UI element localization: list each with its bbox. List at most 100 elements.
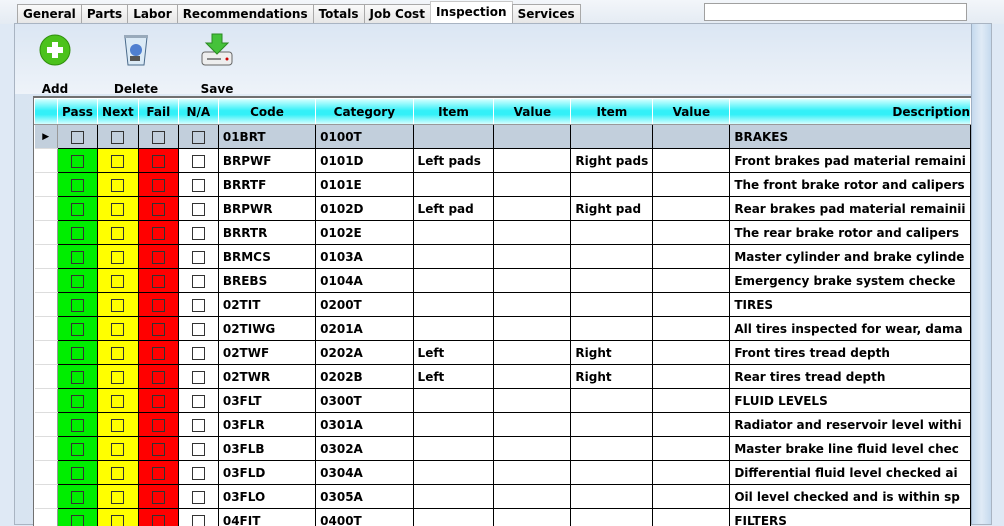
pass-checkbox[interactable] xyxy=(71,467,84,480)
category-cell[interactable]: 0305A xyxy=(316,485,413,509)
column-header-next[interactable]: Next xyxy=(97,99,138,125)
fail-checkbox[interactable] xyxy=(152,467,165,480)
row-indicator[interactable] xyxy=(35,437,58,461)
pass-checkbox[interactable] xyxy=(71,371,84,384)
description-cell[interactable]: Rear brakes pad material remainii xyxy=(730,197,971,221)
next-checkbox[interactable] xyxy=(111,155,124,168)
pass-checkbox[interactable] xyxy=(71,155,84,168)
next-checkbox[interactable] xyxy=(111,323,124,336)
value1-cell[interactable] xyxy=(494,389,571,413)
na-checkbox[interactable] xyxy=(192,347,205,360)
value1-cell[interactable] xyxy=(494,269,571,293)
value1-cell[interactable] xyxy=(494,365,571,389)
row-indicator[interactable] xyxy=(35,509,58,526)
category-cell[interactable]: 0102D xyxy=(316,197,413,221)
value1-cell[interactable] xyxy=(494,173,571,197)
column-header-indicator[interactable] xyxy=(35,99,58,125)
item2-cell[interactable] xyxy=(571,485,653,509)
next-checkbox[interactable] xyxy=(111,515,124,526)
row-indicator[interactable] xyxy=(35,245,58,269)
value2-cell[interactable] xyxy=(653,437,730,461)
na-checkbox[interactable] xyxy=(192,155,205,168)
description-cell[interactable]: Master brake line fluid level chec xyxy=(730,437,971,461)
next-checkbox[interactable] xyxy=(111,179,124,192)
item2-cell[interactable]: Right pad xyxy=(571,197,653,221)
value2-cell[interactable] xyxy=(653,341,730,365)
na-checkbox[interactable] xyxy=(192,491,205,504)
code-cell[interactable]: BRMCS xyxy=(218,245,315,269)
fail-checkbox[interactable] xyxy=(152,371,165,384)
value2-cell[interactable] xyxy=(653,365,730,389)
item2-cell[interactable] xyxy=(571,269,653,293)
description-cell[interactable]: All tires inspected for wear, dama xyxy=(730,317,971,341)
column-header-fail[interactable]: Fail xyxy=(138,99,178,125)
item2-cell[interactable] xyxy=(571,437,653,461)
category-cell[interactable]: 0101E xyxy=(316,173,413,197)
row-indicator[interactable] xyxy=(35,413,58,437)
column-header-pass[interactable]: Pass xyxy=(58,99,98,125)
fail-checkbox[interactable] xyxy=(152,227,165,240)
description-cell[interactable]: Radiator and reservoir level withi xyxy=(730,413,971,437)
next-checkbox[interactable] xyxy=(111,419,124,432)
next-checkbox[interactable] xyxy=(111,347,124,360)
table-row[interactable]: BRRTF0101EThe front brake rotor and cali… xyxy=(35,173,971,197)
code-cell[interactable]: 03FLT xyxy=(218,389,315,413)
item1-cell[interactable] xyxy=(413,317,494,341)
column-header-description[interactable]: Description xyxy=(730,99,971,125)
fail-checkbox[interactable] xyxy=(152,515,165,526)
next-checkbox[interactable] xyxy=(111,467,124,480)
category-cell[interactable]: 0400T xyxy=(316,509,413,526)
tab-general[interactable]: General xyxy=(17,4,82,23)
category-cell[interactable]: 0101D xyxy=(316,149,413,173)
category-cell[interactable]: 0201A xyxy=(316,317,413,341)
tab-labor[interactable]: Labor xyxy=(127,4,178,23)
tab-job-cost[interactable]: Job Cost xyxy=(364,4,431,23)
item1-cell[interactable]: Left xyxy=(413,365,494,389)
pass-checkbox[interactable] xyxy=(71,299,84,312)
row-indicator[interactable] xyxy=(35,485,58,509)
item2-cell[interactable]: Right xyxy=(571,341,653,365)
tab-services[interactable]: Services xyxy=(512,4,581,23)
next-checkbox[interactable] xyxy=(111,371,124,384)
description-cell[interactable]: Front brakes pad material remaini xyxy=(730,149,971,173)
value2-cell[interactable] xyxy=(653,245,730,269)
save-button[interactable]: Save xyxy=(195,32,239,96)
description-cell[interactable]: FILTERS xyxy=(730,509,971,526)
table-row[interactable]: ▶01BRT0100TBRAKES xyxy=(35,125,971,149)
pass-checkbox[interactable] xyxy=(71,131,84,144)
item2-cell[interactable] xyxy=(571,293,653,317)
pass-checkbox[interactable] xyxy=(71,203,84,216)
row-indicator[interactable] xyxy=(35,317,58,341)
code-cell[interactable]: 03FLD xyxy=(218,461,315,485)
item1-cell[interactable] xyxy=(413,173,494,197)
item1-cell[interactable] xyxy=(413,461,494,485)
table-row[interactable]: 03FLT0300TFLUID LEVELS xyxy=(35,389,971,413)
next-checkbox[interactable] xyxy=(111,275,124,288)
category-cell[interactable]: 0302A xyxy=(316,437,413,461)
current-row-arrow-icon[interactable]: ▶ xyxy=(35,125,58,149)
fail-checkbox[interactable] xyxy=(152,203,165,216)
value2-cell[interactable] xyxy=(653,173,730,197)
code-cell[interactable]: 02TIWG xyxy=(218,317,315,341)
table-row[interactable]: BRPWR0102DLeft padRight padRear brakes p… xyxy=(35,197,971,221)
description-cell[interactable]: Front tires tread depth xyxy=(730,341,971,365)
pass-checkbox[interactable] xyxy=(71,515,84,526)
item1-cell[interactable] xyxy=(413,269,494,293)
value1-cell[interactable] xyxy=(494,437,571,461)
next-checkbox[interactable] xyxy=(111,299,124,312)
description-cell[interactable]: Master cylinder and brake cylinde xyxy=(730,245,971,269)
na-checkbox[interactable] xyxy=(192,443,205,456)
na-checkbox[interactable] xyxy=(192,131,205,144)
column-header-n-a[interactable]: N/A xyxy=(178,99,218,125)
na-checkbox[interactable] xyxy=(192,467,205,480)
value2-cell[interactable] xyxy=(653,485,730,509)
fail-checkbox[interactable] xyxy=(152,179,165,192)
item2-cell[interactable] xyxy=(571,389,653,413)
na-checkbox[interactable] xyxy=(192,275,205,288)
value1-cell[interactable] xyxy=(494,293,571,317)
value1-cell[interactable] xyxy=(494,149,571,173)
next-checkbox[interactable] xyxy=(111,491,124,504)
item2-cell[interactable]: Right pads xyxy=(571,149,653,173)
value1-cell[interactable] xyxy=(494,221,571,245)
na-checkbox[interactable] xyxy=(192,227,205,240)
